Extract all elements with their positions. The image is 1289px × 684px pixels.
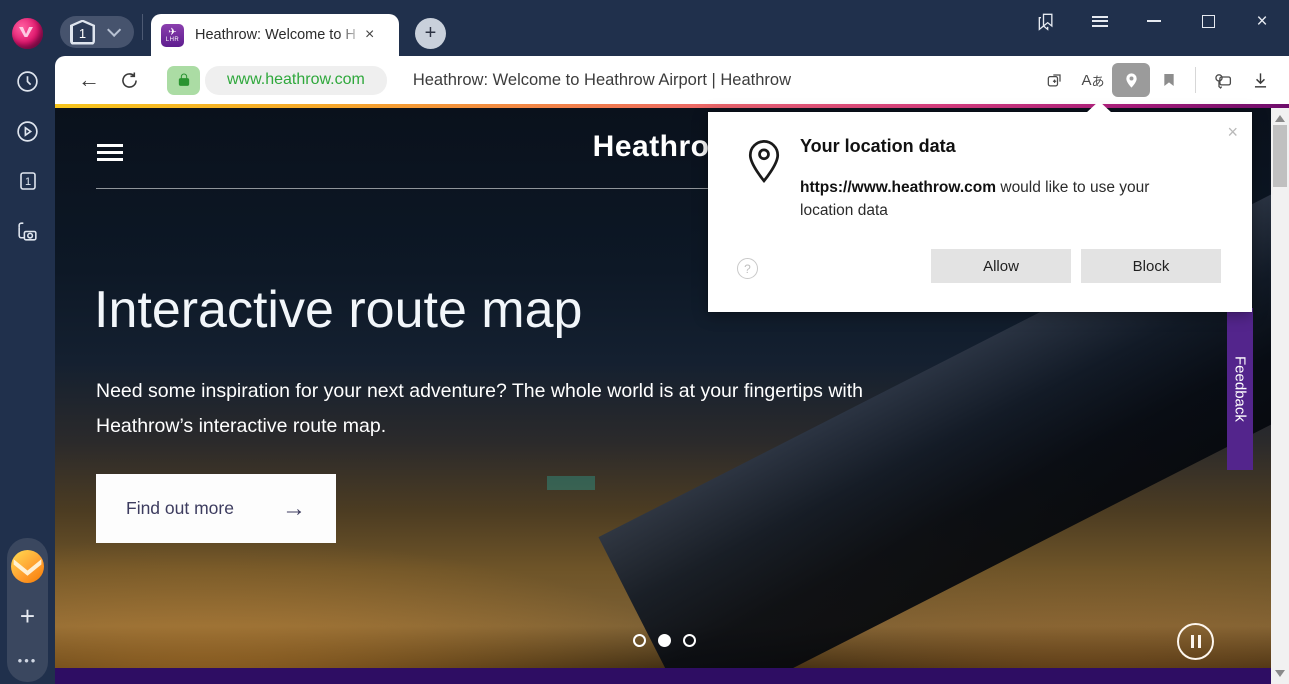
popup-origin: https://www.heathrow.com <box>800 179 996 196</box>
history-icon[interactable] <box>0 56 55 106</box>
arrow-right-icon: → <box>282 495 306 523</box>
bookmark-page-icon[interactable] <box>1150 63 1188 97</box>
hero-carousel-dots <box>633 634 696 647</box>
workspace-count: 1 <box>70 20 95 45</box>
image-artifact <box>547 476 595 490</box>
back-button[interactable]: ← <box>69 62 109 98</box>
browser-tab-heathrow[interactable]: ✈ LHR Heathrow: Welcome to H × <box>151 14 399 56</box>
site-menu-icon[interactable] <box>97 140 123 165</box>
window-minimize-button[interactable] <box>1127 1 1181 41</box>
add-web-panel-button[interactable]: + <box>20 601 35 632</box>
location-permission-icon[interactable] <box>1112 63 1150 97</box>
location-permission-popup: × Your location data https://www.heathro… <box>708 112 1252 312</box>
hero-title: Interactive route map <box>94 280 582 340</box>
password-manager-icon[interactable] <box>1203 63 1241 97</box>
workspace-badge-icon: 1 <box>70 20 95 45</box>
window-close-button[interactable]: × <box>1235 1 1289 41</box>
location-pin-icon <box>743 138 785 191</box>
chevron-down-icon <box>107 23 121 37</box>
screenshot-capture-icon[interactable] <box>0 206 55 256</box>
popup-arrow <box>1086 101 1112 113</box>
carousel-dot-3[interactable] <box>683 634 696 647</box>
popup-close-icon[interactable]: × <box>1227 122 1238 143</box>
toolbar-page-title: Heathrow: Welcome to Heathrow Airport | … <box>413 71 791 90</box>
tab-title: Heathrow: Welcome to H <box>195 27 363 43</box>
translate-page-icon[interactable]: Aあ <box>1074 63 1112 97</box>
mail-web-panel-icon[interactable] <box>11 550 44 583</box>
find-out-more-button[interactable]: Find out more → <box>96 474 336 543</box>
url-text: www.heathrow.com <box>227 71 365 89</box>
help-icon[interactable]: ? <box>737 258 758 279</box>
new-tab-button[interactable]: + <box>415 18 446 49</box>
vivaldi-logo-icon[interactable] <box>12 18 43 49</box>
feedback-tab[interactable]: Feedback <box>1227 308 1253 470</box>
address-bar[interactable]: www.heathrow.com <box>205 66 387 95</box>
hero-description: Need some inspiration for your next adve… <box>96 374 956 444</box>
next-section-band <box>55 668 1271 684</box>
titlebar: 1 ✈ LHR Heathrow: Welcome to H × + × <box>0 0 1289 56</box>
scrollbar-thumb[interactable] <box>1273 125 1287 187</box>
carousel-pause-button[interactable] <box>1177 623 1214 660</box>
divider <box>142 14 143 40</box>
carousel-dot-1[interactable] <box>633 634 646 647</box>
heathrow-favicon: ✈ LHR <box>161 24 184 47</box>
allow-button[interactable]: Allow <box>931 249 1071 283</box>
window-panel-icon[interactable]: 1 <box>0 156 55 206</box>
popup-message: https://www.heathrow.com would like to u… <box>800 176 1200 222</box>
carousel-dot-2-active[interactable] <box>658 634 671 647</box>
secure-lock-icon[interactable] <box>167 66 200 95</box>
block-button[interactable]: Block <box>1081 249 1221 283</box>
reload-button[interactable] <box>109 62 149 98</box>
panel-settings-icon[interactable]: ••• <box>0 653 55 668</box>
vivaldi-panel-sidebar: 1 + ••• <box>0 56 55 684</box>
page-scrollbar[interactable] <box>1271 108 1289 684</box>
sync-bookmarks-icon[interactable] <box>1019 1 1073 41</box>
scroll-down-arrow-icon[interactable] <box>1275 670 1285 677</box>
media-play-icon[interactable] <box>0 106 55 156</box>
tab-tiling-icon[interactable] <box>1036 63 1074 97</box>
tab-close-icon[interactable]: × <box>365 26 374 44</box>
downloads-icon[interactable] <box>1241 63 1279 97</box>
popup-title: Your location data <box>800 136 956 157</box>
browser-menu-icon[interactable] <box>1073 1 1127 41</box>
scroll-up-arrow-icon[interactable] <box>1275 115 1285 122</box>
workspace-switcher[interactable]: 1 <box>60 16 134 48</box>
window-maximize-button[interactable] <box>1181 1 1235 41</box>
svg-text:1: 1 <box>24 176 30 188</box>
divider <box>1195 67 1196 93</box>
address-toolbar: ← www.heathrow.com Heathrow: Welcome to … <box>55 56 1289 104</box>
